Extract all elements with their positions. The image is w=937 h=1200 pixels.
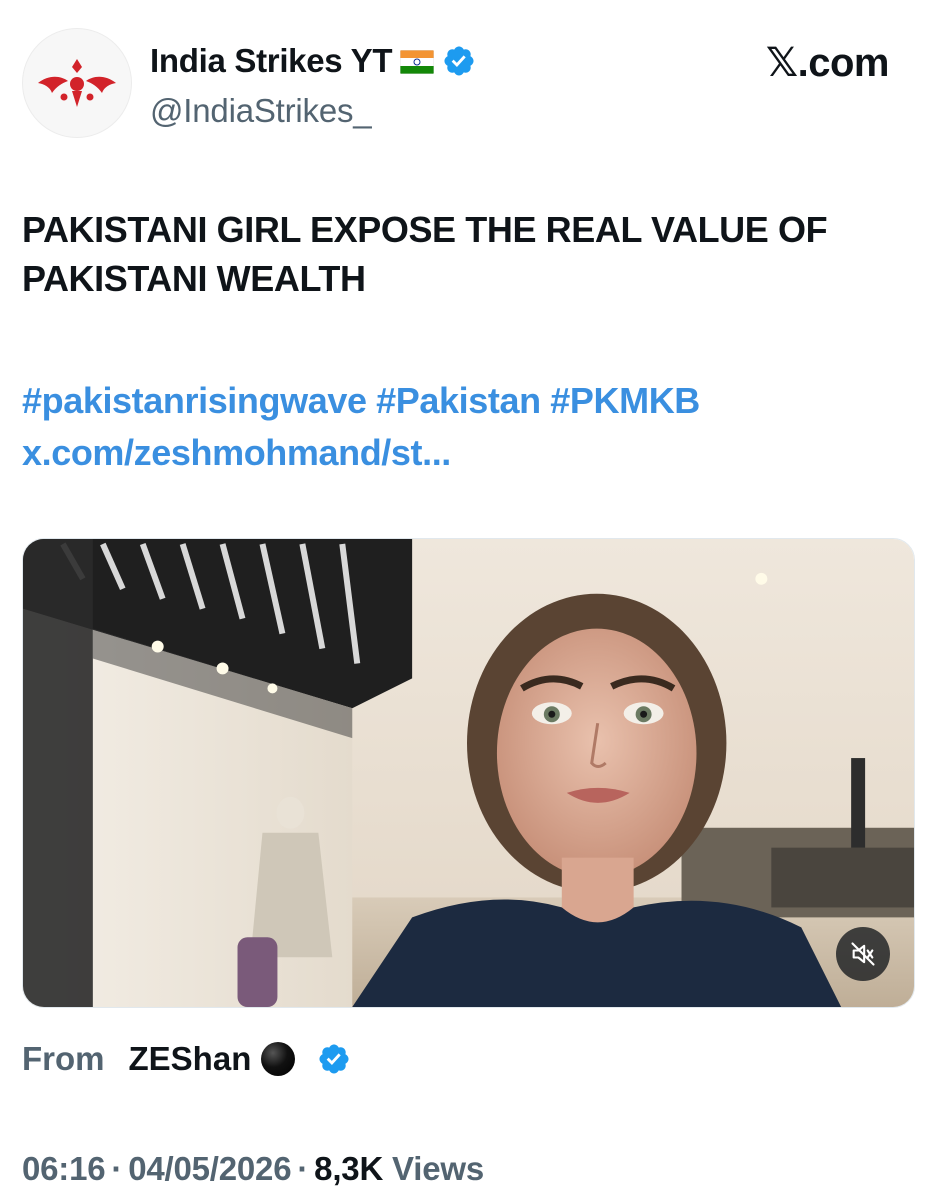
tweet-text: PAKISTANI GIRL EXPOSE THE REAL VALUE OF … <box>22 209 828 299</box>
tweet-header: India Strikes YT @IndiaStrikes_ 𝕏.com <box>22 28 897 138</box>
tweet-meta: 06:16 · 04/05/2026 · 8,3K Views <box>22 1150 484 1188</box>
post-time[interactable]: 06:16 <box>22 1150 106 1187</box>
india-flag-icon <box>400 50 435 74</box>
post-date[interactable]: 04/05/2026 <box>128 1150 291 1187</box>
from-label: From <box>22 1040 105 1077</box>
verified-badge-icon <box>442 44 476 78</box>
site-label[interactable]: 𝕏.com <box>766 40 890 86</box>
hashtag-pakistan[interactable]: #Pakistan <box>376 380 541 421</box>
separator-dot: · <box>297 1150 309 1187</box>
external-link[interactable]: x.com/zeshmohmand/st... <box>22 432 451 473</box>
separator-dot: · <box>111 1150 123 1187</box>
hashtags-block: #pakistanrisingwave #Pakistan #PKMKB x.c… <box>22 375 912 479</box>
source-name[interactable]: ZEShan <box>129 1040 252 1078</box>
views-label: Views <box>392 1150 485 1187</box>
views-count: 8,3K <box>314 1150 384 1187</box>
mute-button[interactable] <box>836 927 890 981</box>
avatar[interactable] <box>22 28 132 138</box>
speaker-muted-icon <box>851 942 875 966</box>
video-source-row: From ZEShan <box>22 1040 351 1078</box>
user-handle[interactable]: @IndiaStrikes_ <box>150 92 372 130</box>
logo-icon <box>38 59 116 107</box>
display-name[interactable]: India Strikes YT <box>150 42 392 80</box>
hashtag-pakistanrisingwave[interactable]: #pakistanrisingwave <box>22 380 367 421</box>
hashtag-pkmkb[interactable]: #PKMKB <box>550 380 700 421</box>
verified-badge-icon <box>317 1042 351 1076</box>
black-circle-icon <box>261 1042 296 1076</box>
video-player[interactable] <box>22 538 915 1008</box>
video-frame <box>23 539 914 1007</box>
display-name-row: India Strikes YT <box>150 42 476 80</box>
